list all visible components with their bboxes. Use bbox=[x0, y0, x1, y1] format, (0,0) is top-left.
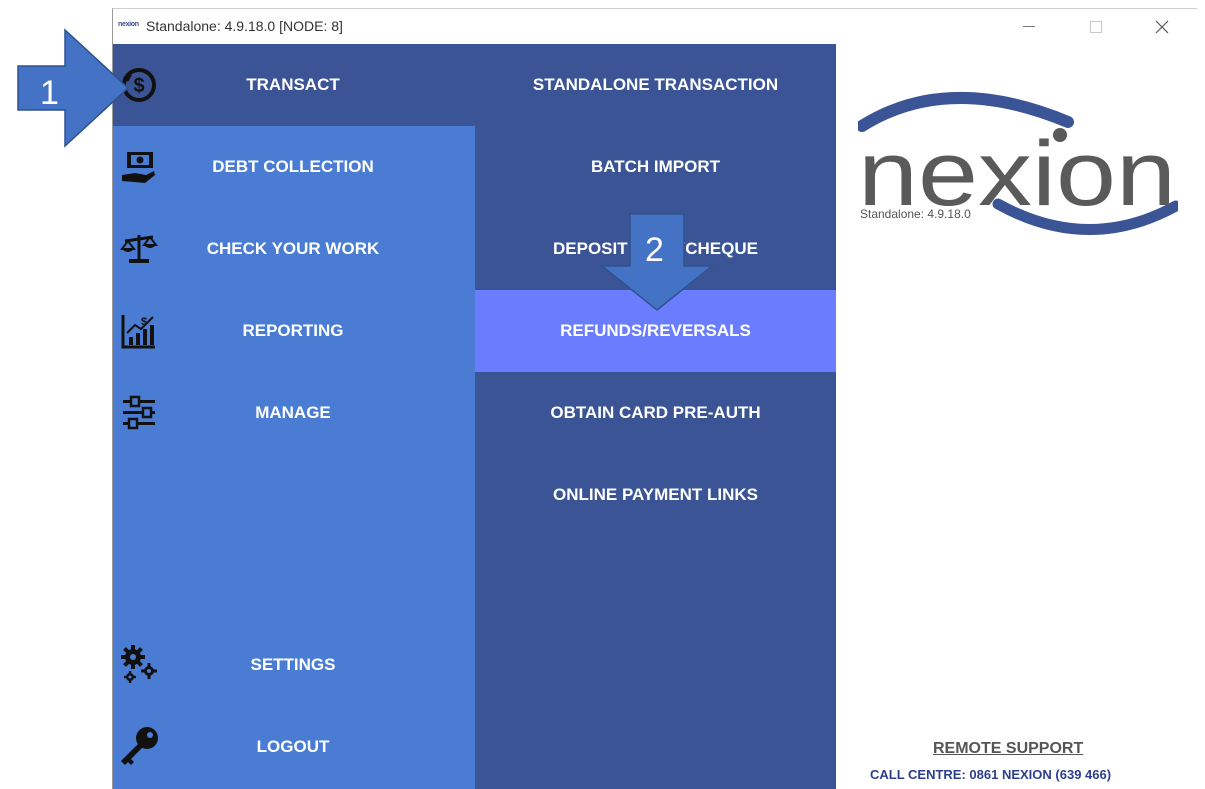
submenu-item-standalone-transaction[interactable]: STANDALONE TRANSACTION bbox=[475, 44, 836, 126]
key-icon bbox=[117, 725, 161, 769]
close-icon bbox=[1155, 20, 1169, 33]
submenu-item-batch-import[interactable]: BATCH IMPORT bbox=[475, 126, 836, 208]
svg-text:$: $ bbox=[141, 316, 147, 328]
maximize-icon bbox=[1090, 20, 1102, 33]
menu-label: LOGOUT bbox=[256, 737, 330, 756]
menu-item-reporting[interactable]: $ REPORTING bbox=[113, 290, 475, 372]
title-bar: nexion Standalone: 4.9.18.0 [NODE: 8] bbox=[113, 9, 1197, 44]
minimize-button[interactable] bbox=[1006, 9, 1052, 44]
minimize-icon bbox=[1023, 26, 1035, 27]
menu-label: DEBT COLLECTION bbox=[212, 157, 374, 176]
gears-icon bbox=[117, 643, 161, 687]
submenu-item-online-payment-links[interactable]: ONLINE PAYMENT LINKS bbox=[475, 454, 836, 536]
nexion-logo: nexion bbox=[858, 91, 1178, 235]
scales-icon bbox=[117, 227, 161, 271]
version-label: Standalone: 4.9.18.0 bbox=[860, 207, 971, 221]
menu-label: MANAGE bbox=[255, 403, 331, 422]
menu-item-manage[interactable]: MANAGE bbox=[113, 372, 475, 454]
maximize-button[interactable] bbox=[1073, 9, 1119, 44]
annotation-number-2: 2 bbox=[645, 231, 664, 269]
window-title: Standalone: 4.9.18.0 [NODE: 8] bbox=[146, 18, 343, 34]
menu-label: TRANSACT bbox=[246, 75, 340, 94]
menu-label: CHECK YOUR WORK bbox=[206, 239, 380, 258]
transact-submenu: STANDALONE TRANSACTION BATCH IMPORT DEPO… bbox=[475, 44, 836, 789]
svg-text:$: $ bbox=[133, 75, 144, 97]
menu-item-logout[interactable]: LOGOUT bbox=[113, 706, 475, 788]
close-button[interactable] bbox=[1139, 9, 1185, 44]
sliders-icon bbox=[117, 391, 161, 435]
menu-label: SETTINGS bbox=[250, 655, 336, 674]
remote-support-link[interactable]: REMOTE SUPPORT bbox=[933, 740, 1083, 758]
menu-item-check-your-work[interactable]: CHECK YOUR WORK bbox=[113, 208, 475, 290]
app-window: nexion Standalone: 4.9.18.0 [NODE: 8] $ … bbox=[112, 8, 1197, 789]
menu-label: REPORTING bbox=[242, 321, 344, 340]
menu-item-debt-collection[interactable]: DEBT COLLECTION bbox=[113, 126, 475, 208]
annotation-number-1: 1 bbox=[40, 74, 59, 112]
menu-item-settings[interactable]: SETTINGS bbox=[113, 624, 475, 706]
hand-cash-icon bbox=[117, 145, 161, 189]
menu-item-transact[interactable]: $ TRANSACT bbox=[113, 44, 475, 126]
submenu-item-obtain-card-pre-auth[interactable]: OBTAIN CARD PRE-AUTH bbox=[475, 372, 836, 454]
chart-growth-icon: $ bbox=[117, 309, 161, 353]
main-menu: $ TRANSACT DEBT COLLECTION CHECK YOUR WO… bbox=[113, 44, 475, 789]
annotation-arrow-1 bbox=[17, 28, 130, 148]
call-centre-info: CALL CENTRE: 0861 NEXION (639 466) bbox=[870, 767, 1112, 782]
